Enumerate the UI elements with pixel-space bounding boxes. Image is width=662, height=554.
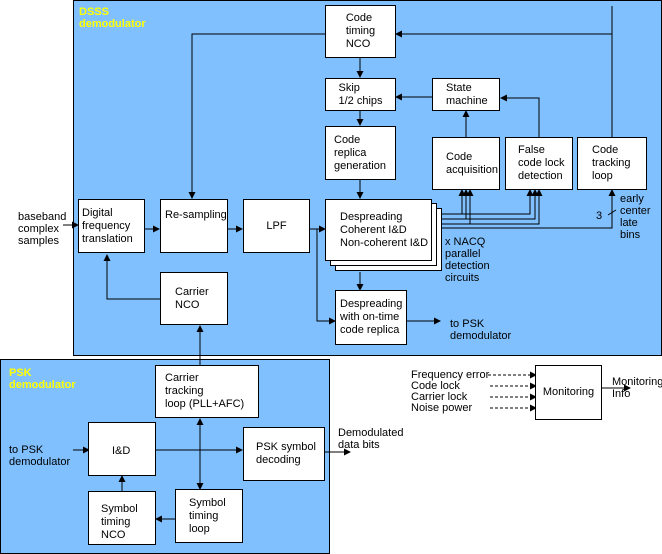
wire-carriernco-dft	[103, 254, 160, 300]
block-label: Carrier NCO	[175, 285, 209, 311]
integrate-dump-block: I&D	[88, 422, 156, 476]
block-label: Code replica generation	[334, 133, 386, 172]
wire-center-fl	[466, 189, 539, 220]
demodulated-bits-label: Demodulated data bits	[338, 427, 404, 451]
psk-symbol-decoding-block: PSK symbol decoding	[243, 427, 325, 481]
block-label: PSK symbol decoding	[256, 441, 316, 466]
false-code-lock-detection-block: False code lock detection	[505, 137, 573, 190]
wire-early-acq	[440, 189, 466, 215]
bins-count-label: 3	[596, 210, 603, 222]
symbol-timing-nco-block: Symbol timing NCO	[88, 491, 156, 545]
wire-tracking-nco	[395, 6, 613, 137]
monitoring-block: Monitoring	[535, 365, 602, 420]
block-label: Code acquisition	[446, 150, 498, 176]
block-label: Symbol timing NCO	[101, 502, 138, 541]
monitoring-output-label: Monitoring Info	[612, 376, 662, 400]
block-label: I&D	[112, 445, 131, 457]
block-label: LPF	[266, 219, 287, 232]
block-label: State machine	[446, 81, 488, 107]
bins-note-label: early center late bins	[620, 193, 651, 241]
despreading-ontime-block: Despreading with on-time code replica	[335, 290, 407, 345]
digital-frequency-translation-block: Digital frequency translation	[78, 199, 145, 253]
wire-bins-tracking	[539, 189, 616, 229]
resampling-block: Re-sampling	[160, 199, 228, 253]
code-acquisition-block: Code acquisition	[432, 137, 500, 190]
to-psk-output-label: to PSK demodulator	[450, 318, 512, 342]
symbol-timing-loop-block: Symbol timing loop	[175, 489, 243, 543]
lpf-block: LPF	[243, 199, 310, 253]
code-tracking-loop-block: Code tracking loop	[577, 137, 647, 190]
block-label: Monitoring	[542, 386, 595, 398]
despreading-bank-block: Despreading Coherent I&D Non-coherent I&…	[325, 199, 432, 261]
block-label: False code lock detection	[518, 144, 565, 182]
block-label: Code tracking loop	[592, 144, 631, 182]
state-machine-block: State machine	[432, 78, 500, 111]
block-label: Despreading with on-time code replica	[340, 298, 403, 336]
block-label: Skip 1/2 chips	[338, 81, 383, 107]
block-label: Carrier tracking loop (PLL+AFC)	[165, 372, 245, 410]
nacq-note-label: x NACQ parallel detection circuits	[445, 236, 490, 284]
baseband-input-label: baseband complex samples	[18, 211, 67, 247]
wire-early-fl	[462, 189, 534, 215]
monitoring-input-noise-power: Noise power	[411, 402, 473, 414]
code-timing-nco-block: Code timing NCO	[325, 5, 396, 58]
code-replica-generation-block: Code replica generation	[325, 126, 396, 180]
carrier-nco-block: Carrier NCO	[160, 272, 228, 325]
block-label: Digital frequency translation	[82, 206, 133, 245]
block-label: Re-sampling	[165, 209, 227, 221]
carrier-tracking-loop-block: Carrier tracking loop (PLL+AFC)	[155, 365, 259, 418]
skip-chips-block: Skip 1/2 chips	[325, 78, 396, 111]
wire-nco-resample	[188, 33, 325, 199]
block-label: Despreading Coherent I&D Non-coherent I&…	[340, 210, 429, 249]
block-label: Code timing NCO	[345, 12, 376, 50]
to-psk-input-label: to PSK demodulator	[9, 444, 71, 468]
block-label: Symbol timing loop	[189, 496, 226, 535]
wire-falselock-state	[500, 94, 540, 137]
